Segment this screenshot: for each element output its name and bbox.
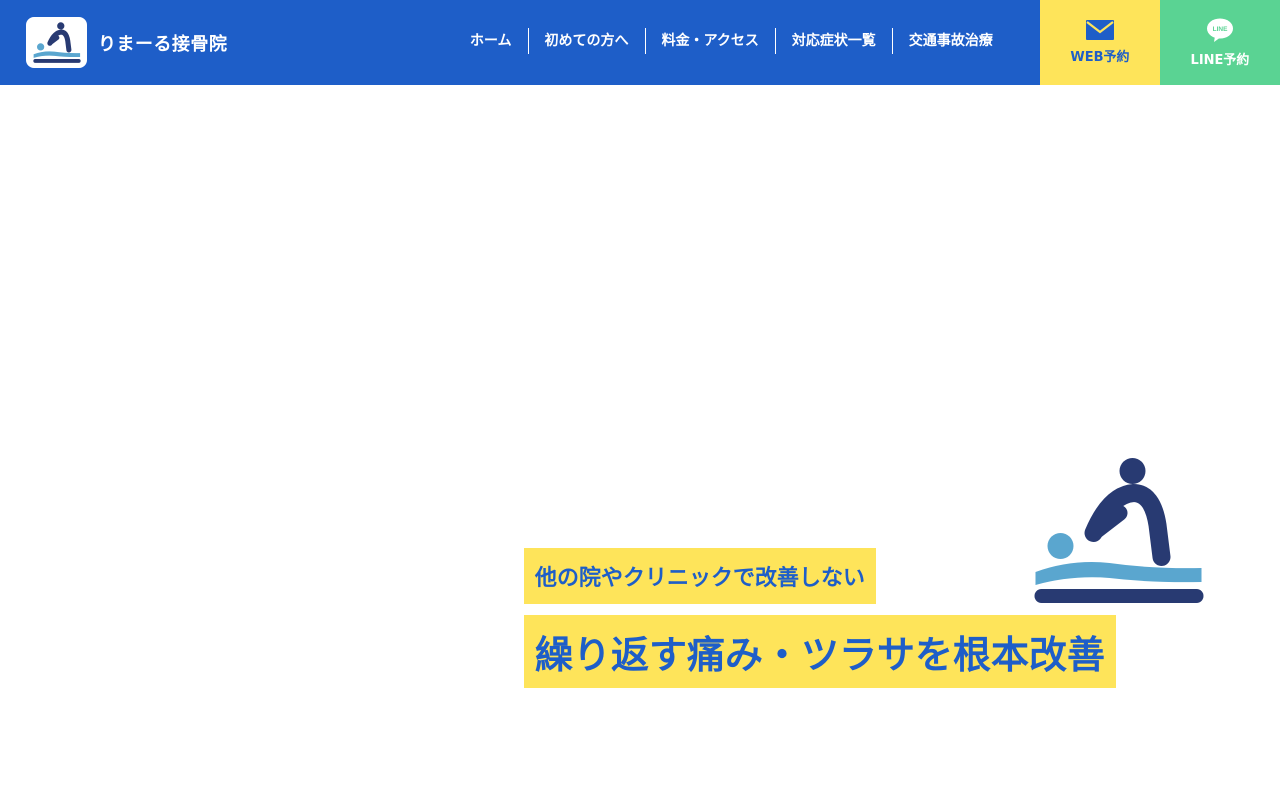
main-nav: ホーム 初めての方へ 料金・アクセス 対応症状一覧 交通事故治療 <box>454 28 1009 54</box>
line-reservation-label: LINE予約 <box>1190 52 1250 68</box>
envelope-icon <box>1086 20 1114 40</box>
nav-item-traffic-accident[interactable]: 交通事故治療 <box>891 28 1009 54</box>
logo-badge <box>26 17 87 68</box>
web-reservation-label: WEB予約 <box>1070 50 1130 65</box>
line-chat-icon: LINE <box>1207 18 1233 42</box>
massage-therapist-icon <box>1034 458 1204 603</box>
nav-item-price-access[interactable]: 料金・アクセス <box>644 28 775 54</box>
hero-subtitle: 他の院やクリニックで改善しない <box>524 548 877 604</box>
site-header: りまーる接骨院 ホーム 初めての方へ 料金・アクセス 対応症状一覧 交通事故治療… <box>0 0 1280 85</box>
massage-therapist-icon <box>32 21 81 63</box>
nav-item-home[interactable]: ホーム <box>454 28 528 54</box>
line-icon-text: LINE <box>1213 26 1228 33</box>
brand-name: りまーる接骨院 <box>98 33 228 55</box>
nav-item-first-visit[interactable]: 初めての方へ <box>527 28 645 54</box>
web-reservation-button[interactable]: WEB予約 <box>1040 0 1160 85</box>
line-reservation-button[interactable]: LINE LINE予約 <box>1160 0 1280 85</box>
brand-logo-link[interactable]: りまーる接骨院 <box>26 17 228 68</box>
hero-title: 繰り返す痛み・ツラサを根本改善 <box>524 615 1117 688</box>
nav-item-symptoms[interactable]: 対応症状一覧 <box>774 28 892 54</box>
